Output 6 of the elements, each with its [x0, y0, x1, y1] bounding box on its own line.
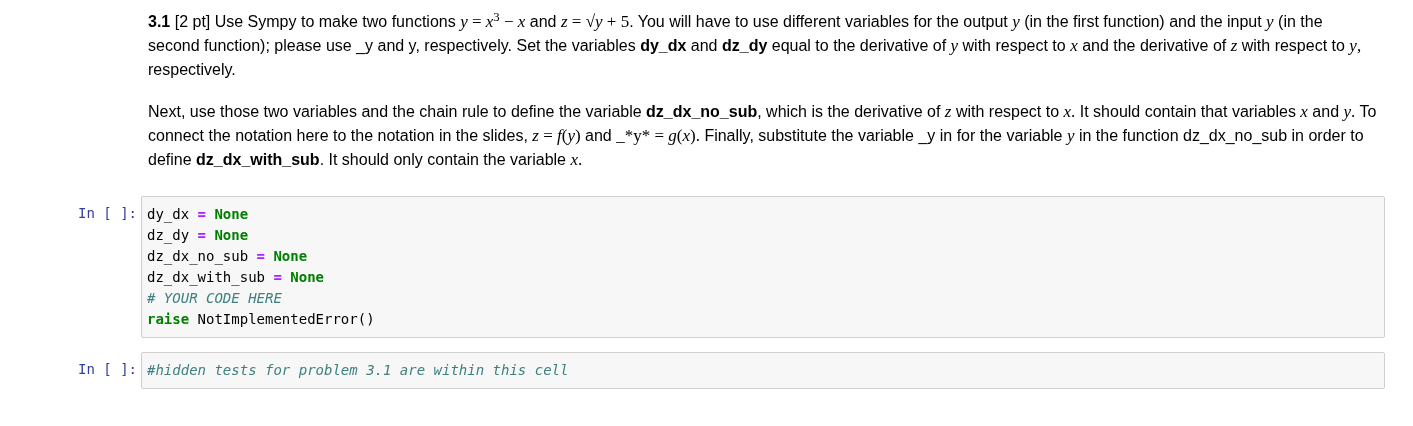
cell-prompt: In [ ]:	[77, 204, 138, 223]
code-editor[interactable]: #hidden tests for problem 3.1 are within this cell	[141, 352, 1385, 389]
instruction-paragraph: 3.1 [2 pt] Use Sympy to make two functions y = x$^{3}$ − x and z = √y + 5. You will have to use different variables for the output y (in the first function) and the input y (in the second function); please use _y and y, respectively. Set the variables dy_dx and dz_dy equal to the derivative of y with respect to x and the derivative of z with respect to y, respectively.	[148, 10, 1363, 80]
cell-prompt: In [ ]:	[77, 360, 138, 379]
instruction-paragraph: Next, use those two variables and the chain rule to define the variable dz_dx_no_sub, which is the derivative of z with respect to x. It should contain that variables x and y. To connect the notation here to the notation in the slides, z = f(y) and _*y* = g(x). Finally, substitute the variable _y in for the variable y in the function dz_dx_no_sub in order to define dz_dx_with_sub. It should only contain the variable x.	[148, 101, 1378, 171]
code-editor[interactable]: dy_dx = None dz_dy = None dz_dx_no_sub = None dz_dx_with_sub = None # YOUR CODE HERE raise NotImplementedError()	[141, 196, 1385, 338]
